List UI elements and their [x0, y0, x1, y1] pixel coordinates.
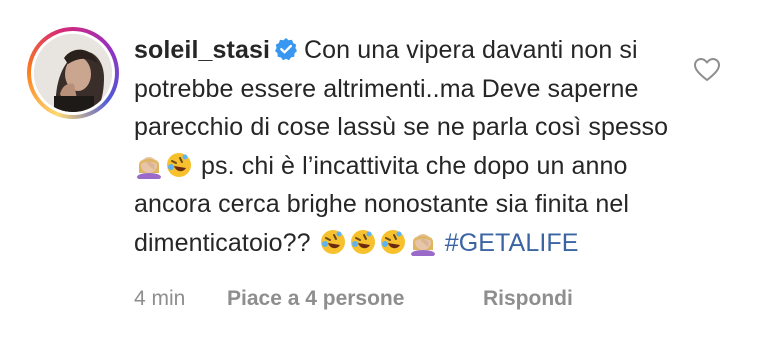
comment-body: soleil_stasi Con una vipera davanti non s… — [134, 31, 679, 262]
reply-button[interactable]: Rispondi — [483, 287, 573, 311]
woman-facepalming-emoji-icon — [135, 151, 163, 181]
comment-timestamp: 4 min — [134, 287, 186, 310]
rolling-on-the-floor-laughing-emoji-icon — [379, 228, 407, 256]
rolling-on-the-floor-laughing-emoji-icon — [165, 151, 193, 179]
comment: soleil_stasi Con una vipera davanti non s… — [0, 0, 767, 361]
comment-meta: 4 min Piace a 4 persone Rispondi — [134, 287, 573, 311]
woman-facepalming-emoji-icon — [409, 228, 437, 258]
avatar-photo — [34, 34, 112, 112]
avatar-story-ring[interactable] — [27, 27, 119, 119]
rolling-on-the-floor-laughing-emoji-icon — [319, 228, 347, 256]
comment-username[interactable]: soleil_stasi — [134, 36, 270, 64]
heart-outline-icon[interactable] — [693, 56, 721, 84]
rolling-on-the-floor-laughing-emoji-icon — [349, 228, 377, 256]
hashtag-link[interactable]: #GETALIFE — [445, 229, 579, 257]
likes-count-link[interactable]: Piace a 4 persone — [227, 287, 483, 311]
verified-badge-icon — [274, 34, 298, 61]
avatar[interactable] — [34, 34, 112, 112]
